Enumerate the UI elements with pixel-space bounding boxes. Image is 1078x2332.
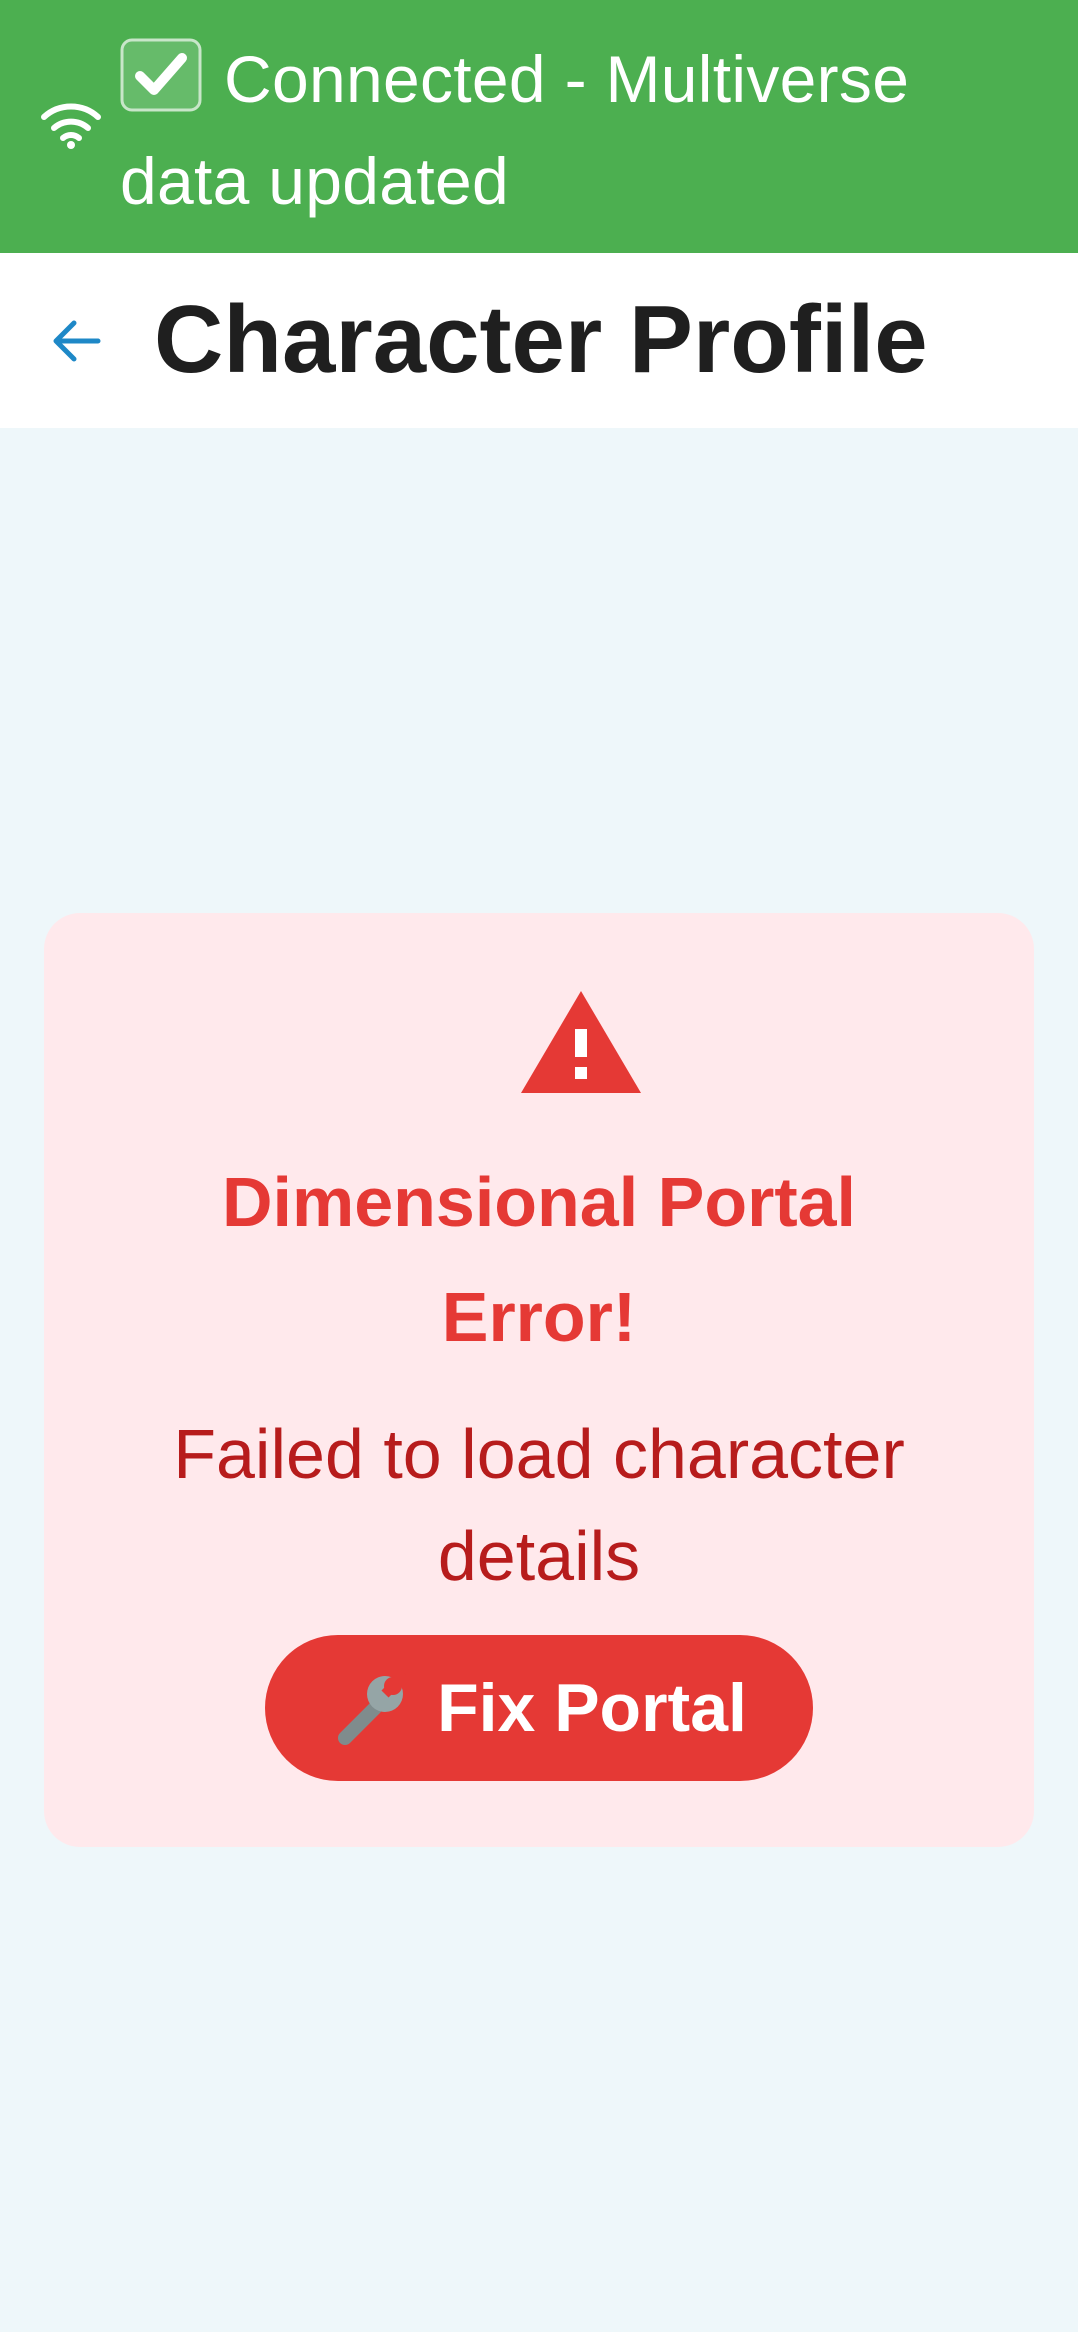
fix-portal-button[interactable]: Fix Portal	[265, 1635, 813, 1781]
connection-status-text: Connected - Multiverse data updated	[120, 28, 1050, 232]
wrench-icon	[338, 1670, 409, 1745]
connection-status-banner: Connected - Multiverse data updated	[0, 0, 1078, 253]
connection-status-label: Connected - Multiverse data updated	[120, 42, 910, 218]
check-box-icon	[120, 38, 202, 112]
page-title: Character Profile	[154, 286, 928, 393]
error-title: Dimensional Portal Error!	[221, 1163, 857, 1356]
app-bar: Character Profile	[0, 253, 1078, 428]
fix-portal-label: Fix Portal	[437, 1670, 747, 1746]
error-message: Failed to load character details	[173, 1415, 905, 1595]
wifi-icon	[41, 103, 101, 149]
error-card: Dimensional Portal Error! Failed to load…	[44, 913, 1034, 1847]
back-arrow-icon[interactable]	[46, 311, 106, 371]
warning-icon	[521, 991, 641, 1093]
